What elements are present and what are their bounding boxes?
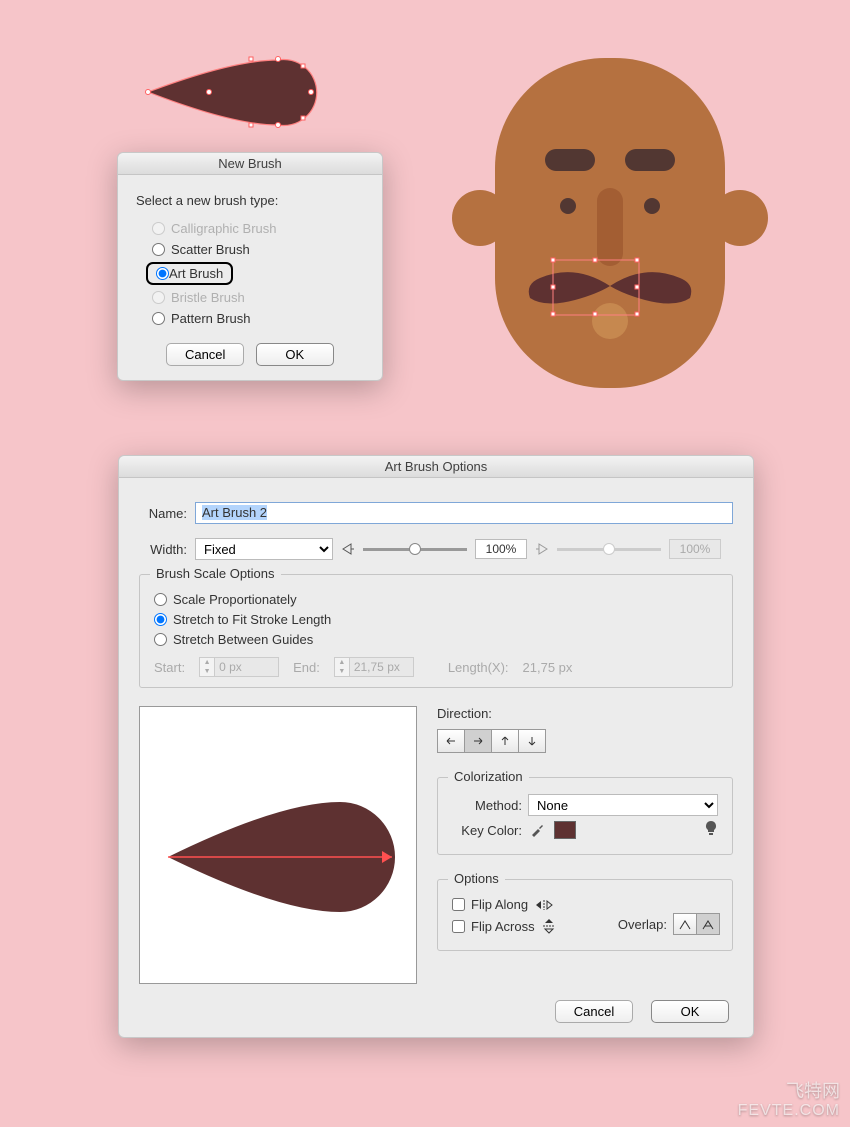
width-value-2: 100%	[669, 539, 721, 559]
radio-art-highlight[interactable]: Art Brush	[146, 262, 233, 285]
art-brush-options-dialog: Art Brush Options Name: Art Brush 2 Widt…	[118, 455, 754, 1038]
radio-scale-stretch[interactable]: Stretch to Fit Stroke Length	[154, 612, 718, 627]
direction-label: Direction:	[437, 706, 733, 721]
key-color-label: Key Color:	[452, 823, 522, 838]
eyedropper-icon[interactable]	[528, 821, 546, 839]
options-group: Options Flip Along Flip Across	[437, 879, 733, 951]
colorization-legend: Colorization	[448, 769, 529, 784]
new-brush-title: New Brush	[118, 153, 382, 175]
direction-right-button[interactable]	[464, 729, 492, 753]
new-brush-ok-button[interactable]: OK	[256, 343, 334, 366]
direction-up-button[interactable]	[491, 729, 519, 753]
new-brush-cancel-button[interactable]: Cancel	[166, 343, 244, 366]
radio-calligraphic-label: Calligraphic Brush	[171, 221, 277, 236]
brush-preview	[139, 706, 417, 984]
colorization-group: Colorization Method: None Key Color:	[437, 777, 733, 855]
direction-down-button[interactable]	[518, 729, 546, 753]
end-label: End:	[293, 660, 320, 675]
radio-art-label: Art Brush	[169, 266, 223, 281]
overlap-label: Overlap:	[618, 917, 667, 932]
radio-pattern-label: Pattern Brush	[171, 311, 251, 326]
overlap-mode-2-button[interactable]	[696, 913, 720, 935]
flip-along-icon	[534, 898, 554, 912]
tips-icon[interactable]	[704, 820, 718, 840]
scale-legend: Brush Scale Options	[150, 566, 281, 581]
width-label: Width:	[139, 542, 187, 557]
width-left-arrow-icon	[341, 542, 355, 556]
radio-scatter[interactable]: Scatter Brush	[136, 239, 364, 260]
length-label: Length(X):	[448, 660, 509, 675]
new-brush-dialog: New Brush Select a new brush type: Calli…	[117, 152, 383, 381]
method-label: Method:	[452, 798, 522, 813]
radio-scatter-input[interactable]	[152, 243, 165, 256]
radio-calligraphic: Calligraphic Brush	[136, 218, 364, 239]
radio-calligraphic-input	[152, 222, 165, 235]
radio-bristle-input	[152, 291, 165, 304]
canvas-face	[425, 28, 795, 398]
width-right-arrow-icon	[535, 542, 549, 556]
options-legend: Options	[448, 871, 505, 886]
abo-cancel-button[interactable]: Cancel	[555, 1000, 633, 1023]
name-label: Name:	[139, 506, 187, 521]
flip-across-icon	[541, 917, 557, 935]
radio-art-input[interactable]	[156, 267, 169, 280]
end-spinner: ▲▼ 21,75 px	[334, 657, 414, 677]
radio-pattern-input[interactable]	[152, 312, 165, 325]
canvas-teardrop	[143, 55, 323, 130]
scale-options-group: Brush Scale Options Scale Proportionatel…	[139, 574, 733, 688]
width-slider-1[interactable]	[363, 548, 467, 551]
start-label: Start:	[154, 660, 185, 675]
width-value-1[interactable]: 100%	[475, 539, 527, 559]
radio-scatter-label: Scatter Brush	[171, 242, 250, 257]
method-select[interactable]: None	[528, 794, 718, 816]
abo-title: Art Brush Options	[119, 456, 753, 478]
length-value: 21,75 px	[523, 660, 573, 675]
radio-bristle: Bristle Brush	[136, 287, 364, 308]
radio-pattern[interactable]: Pattern Brush	[136, 308, 364, 329]
key-color-swatch[interactable]	[554, 821, 576, 839]
new-brush-header: Select a new brush type:	[136, 193, 364, 208]
overlap-mode-1-button[interactable]	[673, 913, 697, 935]
start-spinner: ▲▼ 0 px	[199, 657, 279, 677]
width-slider-2	[557, 548, 661, 551]
direction-section: Direction:	[437, 706, 733, 753]
abo-ok-button[interactable]: OK	[651, 1000, 729, 1023]
width-mode-select[interactable]: Fixed	[195, 538, 333, 560]
radio-bristle-label: Bristle Brush	[171, 290, 245, 305]
watermark: 飞特网 FEVTE.COM	[738, 1081, 840, 1121]
direction-left-button[interactable]	[437, 729, 465, 753]
radio-scale-prop[interactable]: Scale Proportionately	[154, 592, 718, 607]
flip-along-checkbox[interactable]: Flip Along	[452, 897, 718, 912]
radio-scale-guides[interactable]: Stretch Between Guides	[154, 632, 718, 647]
name-field[interactable]: Art Brush 2	[195, 502, 733, 524]
